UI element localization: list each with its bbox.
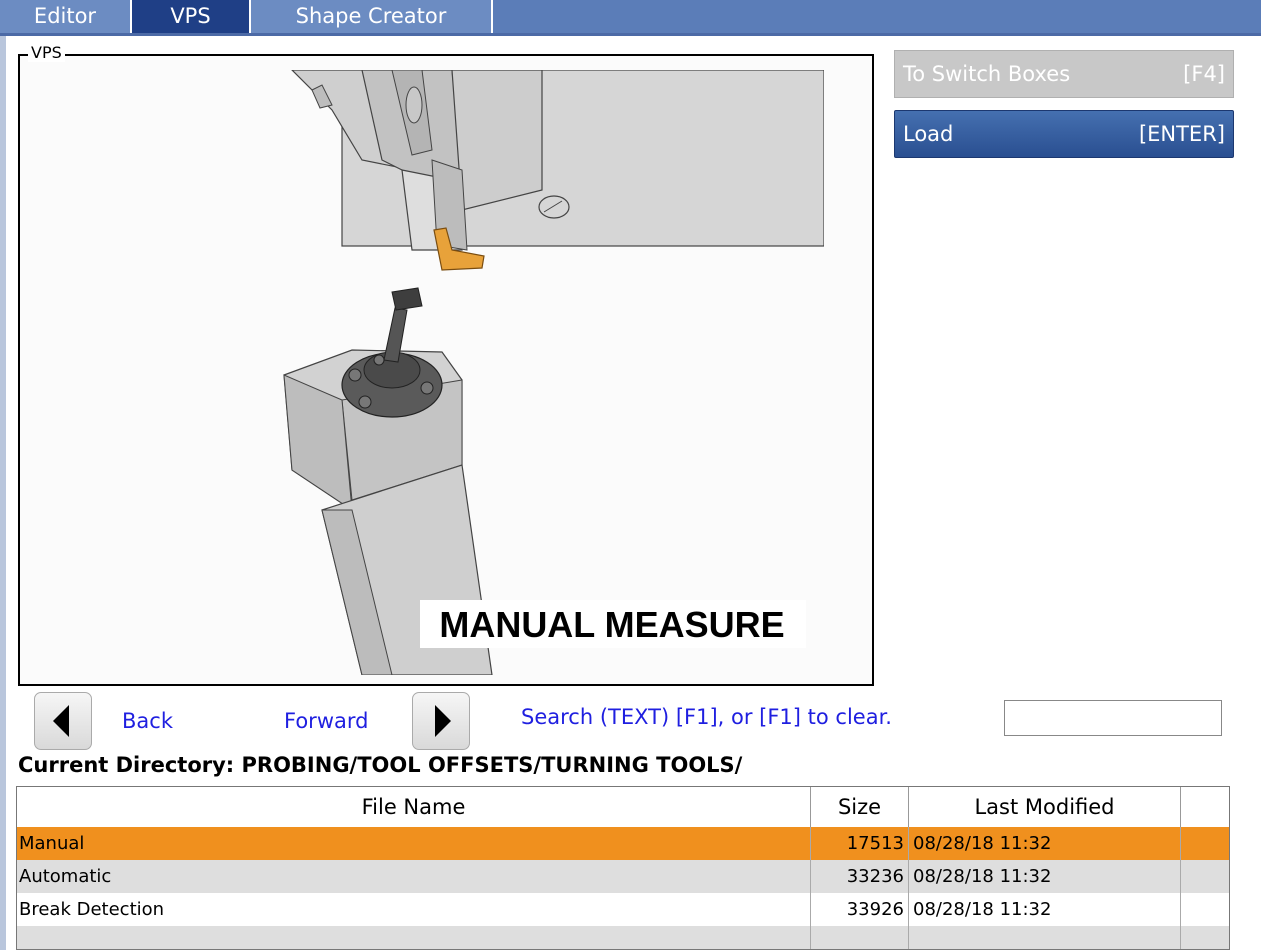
column-header-file-name[interactable]: File Name	[17, 787, 811, 827]
cell-extra	[1181, 827, 1229, 860]
switch-boxes-button[interactable]: To Switch Boxes [F4]	[894, 50, 1234, 98]
search-input[interactable]	[1004, 700, 1222, 736]
cell-last-modified: 08/28/18 11:32	[909, 860, 1181, 893]
cell-last-modified: 08/28/18 11:32	[909, 827, 1181, 860]
switch-boxes-key: [F4]	[1183, 62, 1225, 86]
current-directory: Current Directory: PROBING/TOOL OFFSETS/…	[18, 753, 743, 777]
forward-button[interactable]	[412, 692, 470, 750]
cell-file-name: Manual	[17, 827, 811, 860]
tab-underline	[0, 33, 1261, 36]
triangle-left-icon	[53, 705, 69, 737]
column-header-extra	[1181, 787, 1229, 827]
cell-size: 33926	[811, 893, 909, 926]
manual-measure-illustration: MANUAL MEASURE	[22, 70, 824, 675]
table-row[interactable]: Manual 17513 08/28/18 11:32	[17, 827, 1229, 860]
search-hint: Search (TEXT) [F1], or [F1] to clear.	[521, 705, 892, 729]
table-row[interactable]: Automatic 33236 08/28/18 11:32	[17, 860, 1229, 893]
file-table: File Name Size Last Modified Manual 1751…	[16, 786, 1230, 950]
tab-editor[interactable]: Editor	[0, 0, 132, 33]
column-header-size[interactable]: Size	[811, 787, 909, 827]
cell-last-modified: 08/28/18 11:32	[909, 893, 1181, 926]
load-button[interactable]: Load [ENTER]	[894, 110, 1234, 158]
cell-extra	[1181, 926, 1229, 949]
cell-size: 33236	[811, 860, 909, 893]
table-row[interactable]	[17, 926, 1229, 949]
cell-file-name: Automatic	[17, 860, 811, 893]
switch-boxes-label: To Switch Boxes	[903, 62, 1071, 86]
tab-vps[interactable]: VPS	[132, 0, 251, 33]
cell-extra	[1181, 893, 1229, 926]
back-button[interactable]	[34, 692, 92, 750]
cell-size: 17513	[811, 827, 909, 860]
load-label: Load	[903, 122, 954, 146]
back-label[interactable]: Back	[122, 709, 173, 733]
forward-label[interactable]: Forward	[284, 709, 368, 733]
table-row[interactable]: Break Detection 33926 08/28/18 11:32	[17, 893, 1229, 926]
cell-extra	[1181, 860, 1229, 893]
triangle-right-icon	[435, 705, 451, 737]
illustration-caption: MANUAL MEASURE	[439, 604, 784, 645]
vps-frame-legend: VPS	[28, 44, 65, 62]
cell-last-modified	[909, 926, 1181, 949]
load-key: [ENTER]	[1138, 122, 1225, 146]
table-header: File Name Size Last Modified	[17, 787, 1229, 828]
left-edge-strip	[0, 36, 6, 950]
column-header-last-modified[interactable]: Last Modified	[909, 787, 1181, 827]
tab-shape-creator[interactable]: Shape Creator	[251, 0, 493, 33]
cell-file-name: Break Detection	[17, 893, 811, 926]
cell-size	[811, 926, 909, 949]
tab-bar: Editor VPS Shape Creator	[0, 0, 1261, 33]
cell-file-name	[17, 926, 811, 949]
